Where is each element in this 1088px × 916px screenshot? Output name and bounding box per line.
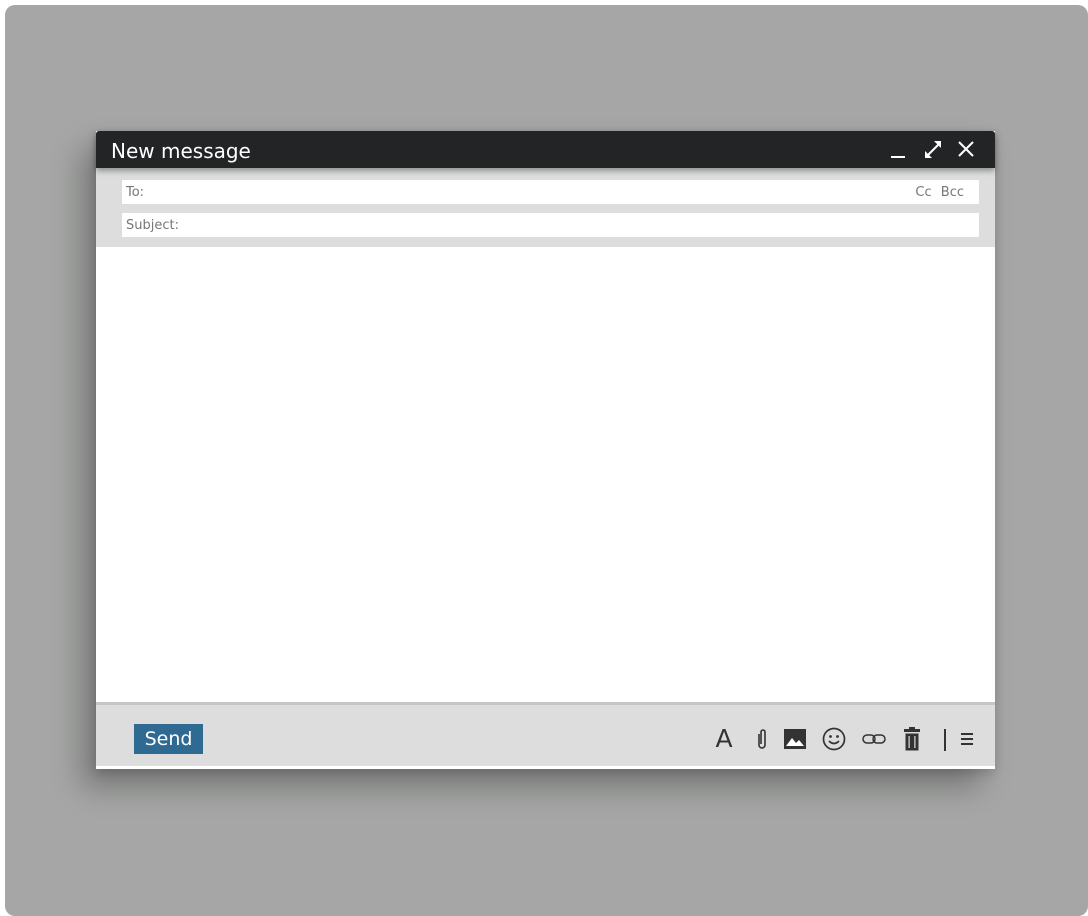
subject-label: Subject: (126, 218, 179, 233)
to-label: To: (126, 185, 145, 200)
cc-link[interactable]: Cc (915, 185, 931, 200)
more-options-icon[interactable] (954, 726, 980, 752)
window-title: New message (111, 139, 251, 163)
title-bar: New message (96, 131, 995, 168)
bcc-link[interactable]: Bcc (941, 185, 964, 200)
attachment-icon[interactable] (749, 726, 775, 752)
window-bottom-edge (96, 766, 995, 769)
link-icon[interactable] (861, 726, 887, 752)
send-button[interactable]: Send (134, 724, 203, 754)
cc-bcc-links: Cc Bcc (910, 185, 964, 200)
subject-input[interactable] (182, 215, 906, 235)
image-icon[interactable] (782, 726, 808, 752)
emoji-icon[interactable] (821, 726, 847, 752)
to-field[interactable]: To: Cc Bcc (122, 180, 979, 204)
address-header: To: Cc Bcc Subject: (96, 168, 995, 247)
to-input[interactable] (182, 182, 906, 202)
message-body[interactable] (96, 247, 999, 706)
toolbar-divider (944, 729, 946, 751)
format-text-label: A (715, 724, 733, 753)
minimize-icon[interactable] (886, 137, 910, 161)
trash-icon[interactable] (899, 726, 925, 752)
message-body-input[interactable] (96, 247, 999, 706)
compose-toolbar: Send A (96, 702, 995, 766)
compose-window: New message To: Cc Bcc Subject: Send A (96, 131, 999, 769)
expand-icon[interactable] (921, 137, 945, 161)
subject-field[interactable]: Subject: (122, 213, 979, 237)
format-text-icon[interactable]: A (711, 726, 737, 752)
close-icon[interactable] (954, 137, 978, 161)
